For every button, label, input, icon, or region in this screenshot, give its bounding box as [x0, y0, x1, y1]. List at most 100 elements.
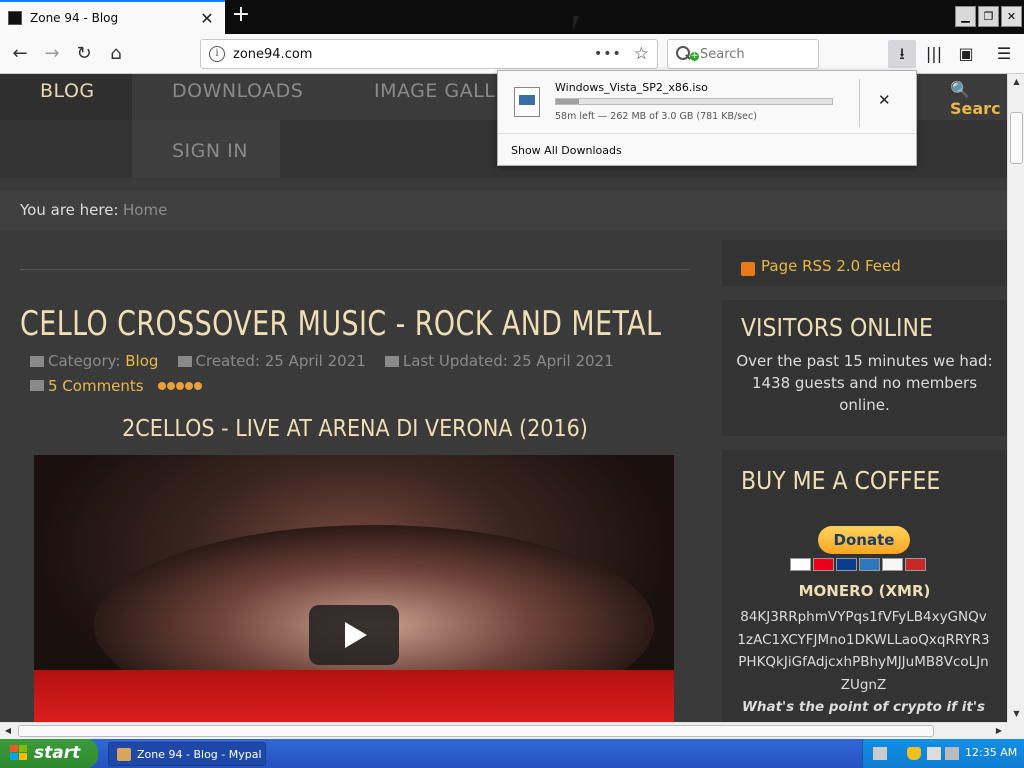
- calendar-icon: [384, 356, 399, 367]
- rating-star-icon[interactable]: [158, 382, 167, 390]
- donate-button[interactable]: Donate: [818, 526, 910, 554]
- category-link[interactable]: Blog: [125, 352, 158, 370]
- breadcrumb-home[interactable]: Home: [123, 201, 167, 219]
- comments-link[interactable]: 5 Comments: [48, 377, 144, 395]
- amex-icon: [859, 558, 880, 571]
- play-button[interactable]: [309, 605, 399, 665]
- breadcrumb-label: You are here:: [20, 201, 119, 219]
- search-placeholder[interactable]: Search: [700, 47, 745, 62]
- maestro-icon: [836, 558, 857, 571]
- nav-image-gallery[interactable]: IMAGE GALLE: [374, 80, 508, 102]
- web-page: BLOG DOWNLOADS IMAGE GALLE SIGN IN 🔍Sear…: [0, 74, 1007, 722]
- tab-strip: Zone 94 - Blog ✕ + ▁ ❐ ✕: [0, 0, 1024, 34]
- nav-toolbar: ← → ↻ ⌂ i zone94.com ••• ☆ + Search ⭳ ||…: [0, 34, 1024, 74]
- scroll-left-icon[interactable]: ◀: [0, 723, 16, 739]
- file-icon: [514, 87, 540, 117]
- nav-sign-in[interactable]: SIGN IN: [172, 140, 248, 162]
- mastercard-icon: [813, 558, 834, 571]
- search-icon: 🔍: [950, 80, 970, 99]
- sidebar: Page RSS 2.0 Feed VISITORS ONLINE Over t…: [722, 238, 1007, 722]
- video-player[interactable]: [34, 455, 674, 722]
- taskbar: start Zone 94 - Blog - Mypal 12:35 AM: [0, 739, 1024, 768]
- url-bar[interactable]: i zone94.com ••• ☆: [200, 39, 658, 69]
- clock: 12:35 AM: [965, 746, 1018, 759]
- home-icon[interactable]: ⌂: [102, 40, 130, 68]
- start-button[interactable]: start: [0, 739, 98, 768]
- menu-icon[interactable]: ☰: [990, 40, 1018, 68]
- restore-icon[interactable]: ❐: [978, 6, 999, 27]
- download-progress-fill: [556, 99, 580, 104]
- folder-icon: [30, 356, 44, 367]
- tab-title: Zone 94 - Blog: [30, 11, 119, 25]
- rating-star-icon[interactable]: [167, 382, 176, 390]
- visitors-text: Over the past 15 minutes we had: 1438 gu…: [736, 352, 993, 414]
- nav-downloads[interactable]: DOWNLOADS: [172, 80, 303, 102]
- article-meta: Category: Blog Created: 25 April 2021 La…: [30, 352, 614, 370]
- video-title: 2CELLOS - LIVE AT ARENA DI VERONA (2016): [122, 416, 588, 442]
- comment-icon: [30, 380, 44, 391]
- cancel-download-icon[interactable]: ✕: [878, 91, 891, 109]
- system-tray: 12:35 AM: [862, 739, 1024, 768]
- discover-icon: [882, 558, 903, 571]
- download-progress-bar: [555, 98, 833, 105]
- keyboard-icon[interactable]: [873, 747, 887, 760]
- reload-icon[interactable]: ↻: [70, 40, 98, 68]
- network-icon[interactable]: [927, 747, 941, 760]
- divider: [20, 269, 690, 270]
- visitors-title: VISITORS ONLINE: [741, 313, 933, 342]
- card-icon: [905, 558, 926, 571]
- article: CELLO CROSSOVER MUSIC - ROCK AND METAL C…: [0, 238, 708, 722]
- url-text[interactable]: zone94.com: [233, 47, 594, 62]
- bookmark-star-icon[interactable]: ☆: [634, 44, 649, 64]
- rss-box: Page RSS 2.0 Feed: [722, 240, 1007, 286]
- calendar-icon: [177, 356, 192, 367]
- mypal-icon: [117, 748, 131, 761]
- sidebar-icon[interactable]: ▣: [952, 40, 980, 68]
- page-actions-icon[interactable]: •••: [594, 46, 622, 62]
- back-icon[interactable]: ←: [6, 40, 34, 68]
- forward-icon[interactable]: →: [38, 40, 66, 68]
- security-shield-icon[interactable]: [907, 747, 921, 760]
- breadcrumb: You are here: Home: [0, 190, 1007, 230]
- new-tab-icon[interactable]: +: [229, 4, 253, 28]
- rating-star-icon[interactable]: [185, 382, 194, 390]
- downloads-footer: Show All Downloads: [498, 133, 916, 165]
- site-search-button[interactable]: 🔍Searc: [944, 76, 1007, 118]
- site-info-icon[interactable]: i: [209, 46, 225, 62]
- volume-icon[interactable]: [945, 747, 959, 760]
- monero-title: MONERO (XMR): [798, 582, 931, 600]
- coffee-title: BUY ME A COFFEE: [741, 466, 941, 495]
- close-window-icon[interactable]: ✕: [1001, 6, 1022, 27]
- horizontal-scroll-thumb[interactable]: [18, 725, 934, 737]
- horizontal-scrollbar[interactable]: ◀ ▶: [0, 722, 1007, 739]
- window-controls: ▁ ❐ ✕: [955, 6, 1022, 27]
- article-title[interactable]: CELLO CROSSOVER MUSIC - ROCK AND METAL: [20, 304, 661, 344]
- tab-active[interactable]: Zone 94 - Blog ✕: [0, 0, 225, 34]
- xmr-address[interactable]: 84KJ3RRphmVYPqs1fVFyLB4xyGNQv1zAC1XCYFJM…: [736, 606, 991, 696]
- show-all-downloads-button[interactable]: Show All Downloads: [511, 144, 622, 157]
- download-status: 58m left — 262 MB of 3.0 GB (781 KB/sec): [555, 111, 757, 122]
- download-filename[interactable]: Windows_Vista_SP2_x86.iso: [555, 81, 708, 94]
- rating-star-icon[interactable]: [176, 382, 185, 390]
- downloads-icon[interactable]: ⭳: [888, 40, 916, 68]
- scroll-right-icon[interactable]: ▶: [991, 723, 1007, 739]
- rss-link[interactable]: Page RSS 2.0 Feed: [761, 257, 901, 275]
- tab-close-icon[interactable]: ✕: [197, 9, 217, 28]
- rating-star-icon[interactable]: [194, 382, 203, 390]
- taskbar-window-button[interactable]: Zone 94 - Blog - Mypal: [108, 742, 266, 766]
- vertical-scrollbar[interactable]: ▲ ▼: [1007, 74, 1024, 722]
- updated-date: Last Updated: 25 April 2021: [402, 352, 614, 370]
- library-icon[interactable]: |||: [920, 40, 948, 68]
- created-date: Created: 25 April 2021: [195, 352, 366, 370]
- minimize-icon[interactable]: ▁: [955, 6, 976, 27]
- visa-icon: [790, 558, 811, 571]
- rating-stars[interactable]: [158, 376, 203, 394]
- scroll-down-icon[interactable]: ▼: [1009, 706, 1024, 722]
- vertical-scroll-thumb[interactable]: [1010, 112, 1023, 164]
- search-bar[interactable]: + Search: [667, 39, 819, 69]
- nav-blog[interactable]: BLOG: [40, 80, 95, 102]
- comments-row: 5 Comments: [30, 376, 203, 395]
- scroll-up-icon[interactable]: ▲: [1009, 74, 1024, 90]
- coffee-box: BUY ME A COFFEE Donate MONERO (XMR) 84KJ…: [722, 450, 1007, 722]
- site-favicon-icon: [8, 11, 22, 25]
